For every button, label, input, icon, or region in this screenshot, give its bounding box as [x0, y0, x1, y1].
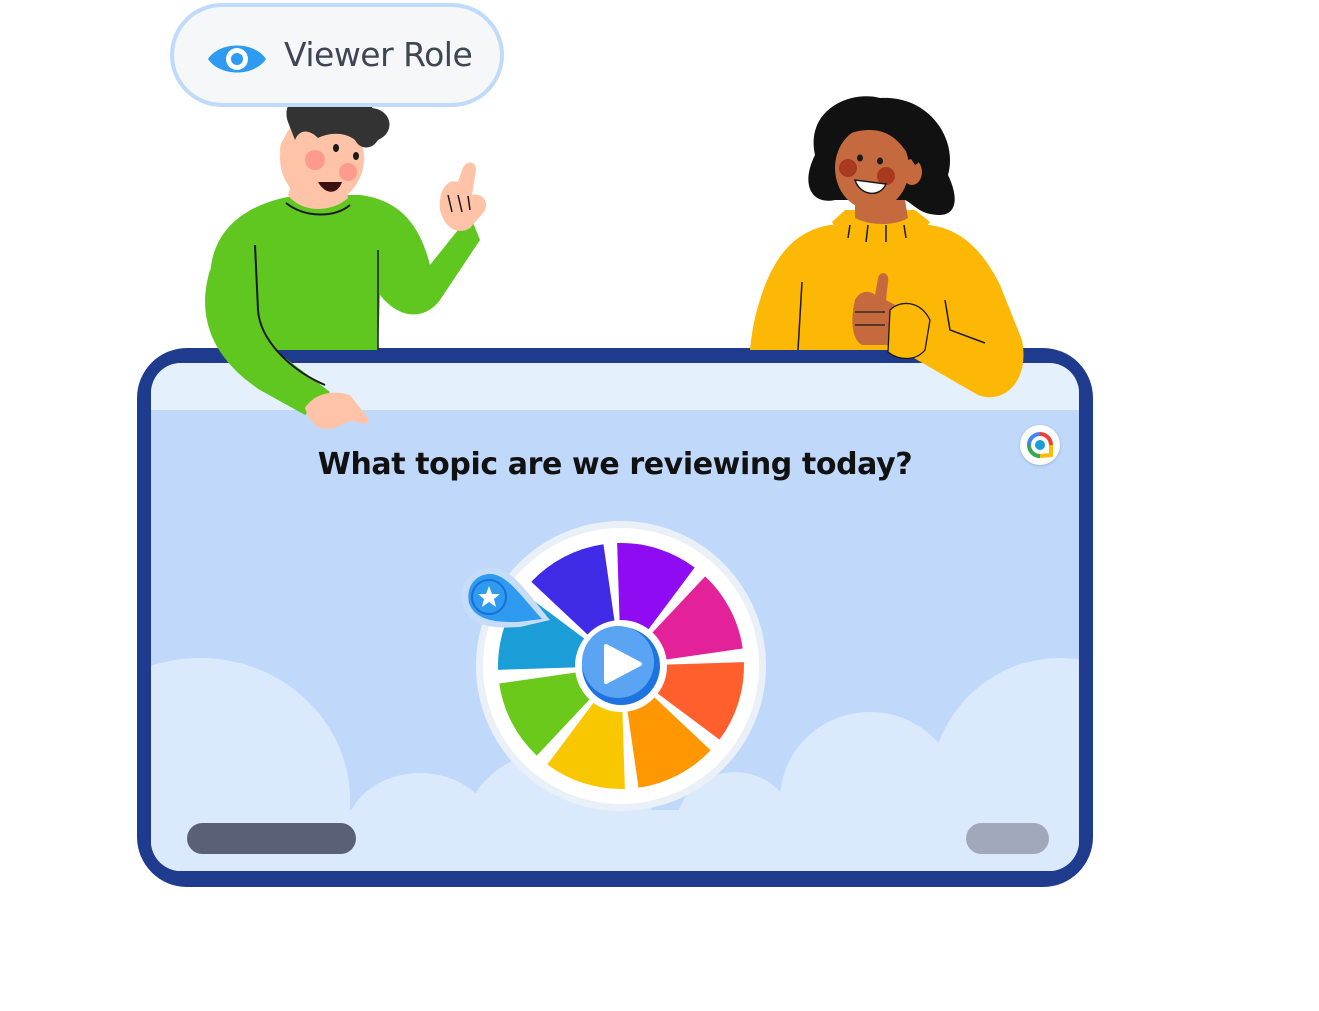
spin-wheel-layer — [461, 521, 766, 811]
question-title: What topic are we reviewing today? — [317, 447, 913, 482]
app-logo-icon — [1027, 432, 1053, 458]
app-logo-button[interactable] — [1020, 425, 1060, 465]
play-button[interactable] — [575, 620, 667, 712]
eye-icon — [208, 45, 266, 73]
viewer-role-label: Viewer Role — [284, 35, 473, 74]
viewer-role-badge: Viewer Role — [170, 3, 504, 107]
progress-bar-right — [966, 823, 1049, 854]
spin-wheel[interactable] — [461, 521, 766, 811]
progress-bar-left — [187, 823, 356, 854]
